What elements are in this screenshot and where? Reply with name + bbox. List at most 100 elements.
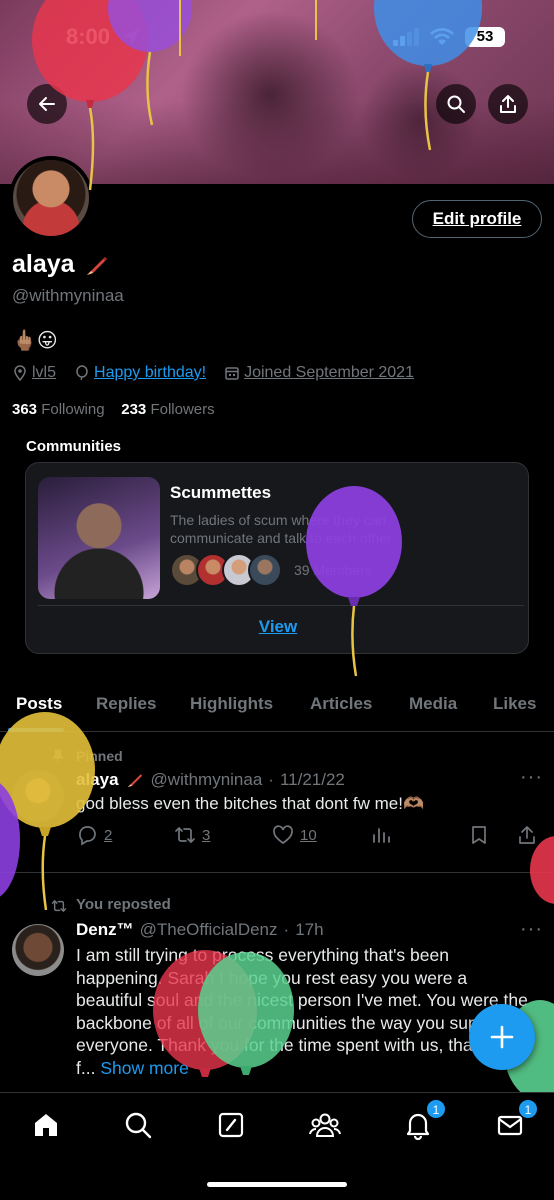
location-pin-icon (14, 365, 26, 381)
crayon-emoji-icon (127, 774, 142, 788)
home-icon (35, 1114, 57, 1136)
share-icon (519, 826, 535, 844)
share-post-button[interactable] (516, 824, 538, 846)
followers-label: Followers (150, 401, 215, 418)
post-author-name[interactable]: Denz™ (76, 920, 134, 940)
followers-count: 233 (121, 401, 147, 418)
search-icon (447, 95, 465, 113)
share-icon (500, 95, 516, 113)
post-header: Denz™ @TheOfficialDenz · 17h (76, 920, 324, 940)
notifications-badge: 1 (426, 1099, 446, 1119)
status-time: 8:00 (66, 24, 111, 49)
community-view-link[interactable]: View (26, 617, 530, 637)
post-header: alaya @withmyninaa · 11/21/22 (76, 770, 345, 790)
post-date[interactable]: 11/21/22 (280, 770, 345, 790)
edit-profile-button[interactable]: Edit profile (412, 200, 542, 238)
nav-communities[interactable] (305, 1107, 345, 1143)
cellular-signal-icon (393, 28, 419, 46)
nav-grok[interactable] (211, 1107, 251, 1143)
back-button[interactable] (27, 84, 67, 124)
reply-icon (79, 826, 96, 846)
tab-likes[interactable]: Likes (493, 694, 536, 714)
grok-icon (218, 1112, 244, 1138)
wifi-icon (430, 28, 454, 45)
tab-replies[interactable]: Replies (96, 694, 156, 714)
views-button[interactable] (370, 824, 392, 846)
repost-icon (175, 827, 195, 843)
profile-avatar[interactable] (9, 156, 93, 240)
nav-messages[interactable]: 1 (490, 1099, 538, 1143)
like-button[interactable]: 10 (272, 824, 317, 846)
show-more-link[interactable]: Show more (100, 1058, 189, 1078)
profile-meta: lvl5 Happy birthday! Joined September 20… (12, 362, 432, 384)
arrow-left-icon (39, 97, 55, 111)
post-author-name[interactable]: alaya (76, 770, 119, 790)
reply-button[interactable]: 2 (76, 824, 112, 846)
battery-indicator: 53 (465, 27, 505, 47)
birthday-link[interactable]: Happy birthday! (94, 364, 206, 382)
nav-notifications[interactable]: 1 (398, 1099, 446, 1143)
follow-counts: 363 Following 233 Followers (12, 401, 215, 418)
followers-link[interactable]: 233 Followers (121, 401, 214, 418)
community-member-count: 39 Members (294, 562, 372, 578)
tab-media[interactable]: Media (409, 694, 457, 714)
repost-icon (51, 900, 67, 912)
search-icon (125, 1112, 152, 1139)
post-separator: · (283, 920, 290, 939)
profile-bio: 🖕🏽😛 (12, 330, 58, 352)
pinned-label: Pinned (76, 748, 123, 764)
communities-icon (309, 1113, 341, 1137)
pin-icon (51, 749, 65, 763)
following-link[interactable]: 363 Following (12, 401, 105, 418)
community-members: 39 Members (170, 553, 372, 587)
community-description: The ladies of scum where they can commun… (170, 512, 392, 546)
nav-search[interactable] (118, 1107, 158, 1143)
post-author-avatar[interactable] (12, 924, 64, 976)
location-link[interactable]: lvl5 (32, 364, 56, 382)
nav-home[interactable] (26, 1107, 66, 1143)
bookmark-icon (472, 826, 486, 844)
post-author-handle[interactable]: @TheOfficialDenz (140, 920, 278, 940)
bookmark-button[interactable] (468, 824, 490, 846)
post-separator: · (268, 770, 274, 789)
communities-heading: Communities (26, 438, 122, 455)
tab-posts[interactable]: Posts (16, 694, 62, 714)
profile-tabs: Posts Replies Highlights Articles Media … (0, 680, 554, 732)
heart-icon (273, 825, 293, 845)
joined-date-link[interactable]: Joined September 2021 (244, 364, 414, 382)
community-card[interactable]: Scummettes The ladies of scum where they… (25, 462, 529, 654)
active-tab-indicator (8, 728, 64, 732)
status-bar: 8:00 53 (0, 0, 554, 74)
plus-icon (490, 1025, 514, 1049)
post-date[interactable]: 17h (295, 920, 323, 940)
post-actions: 2 3 10 (76, 824, 546, 850)
like-count: 10 (300, 826, 317, 844)
analytics-icon (373, 828, 390, 843)
location-arrow-icon (123, 29, 139, 45)
post-text: I am still trying to process everything … (76, 944, 538, 1079)
calendar-icon (225, 367, 239, 380)
repost-button[interactable]: 3 (174, 824, 210, 846)
tab-articles[interactable]: Articles (310, 694, 372, 714)
home-indicator (207, 1182, 347, 1187)
community-divider (38, 605, 524, 606)
post-author-avatar[interactable] (12, 770, 64, 822)
profile-name-text: alaya (12, 250, 75, 278)
share-profile-button[interactable] (488, 84, 528, 124)
community-image (38, 477, 160, 599)
post-more-button[interactable]: ··· (520, 918, 543, 941)
profile-handle: @withmyninaa (12, 286, 124, 305)
member-avatar (248, 553, 282, 587)
post-more-button[interactable]: ··· (520, 766, 543, 789)
messages-badge: 1 (518, 1099, 538, 1119)
profile-name: alaya (12, 250, 111, 279)
compose-post-button[interactable] (469, 1004, 535, 1070)
tab-highlights[interactable]: Highlights (190, 694, 273, 714)
search-button[interactable] (436, 84, 476, 124)
repost-count: 3 (202, 826, 211, 844)
post-text: god bless even the bitches that dont fw … (76, 794, 425, 813)
balloon-icon (76, 365, 88, 381)
post-author-handle[interactable]: @withmyninaa (151, 770, 263, 790)
following-label: Following (41, 401, 105, 418)
crayon-emoji-icon (86, 256, 107, 275)
